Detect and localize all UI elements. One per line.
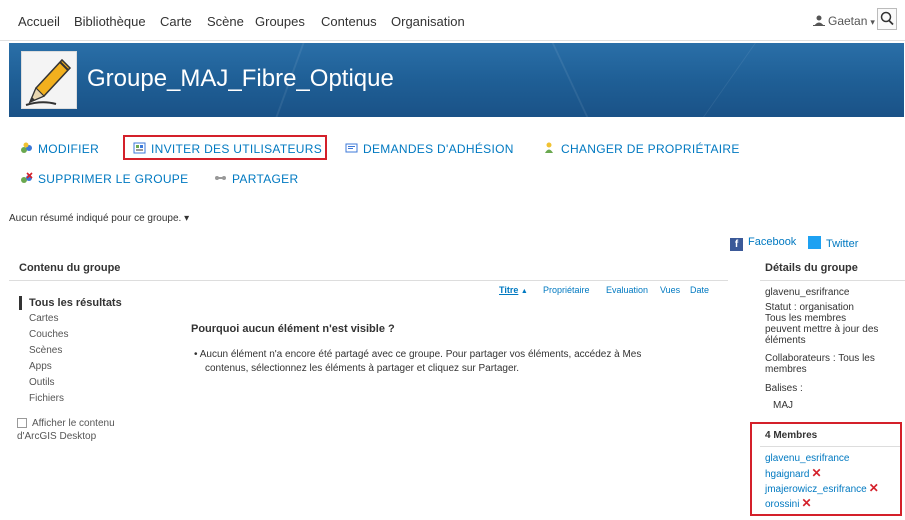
empty-state-line1: • Aucun élément n'a encore été partagé a…	[194, 349, 642, 360]
group-banner: Groupe_MAJ_Fibre_Optique	[9, 43, 904, 117]
modify-group-button[interactable]: MODIFIER	[20, 142, 99, 156]
sort-by-views[interactable]: Vues	[660, 285, 680, 295]
member-link[interactable]: hgaignard	[765, 469, 809, 480]
member-item: hgaignard ✕	[765, 466, 822, 480]
twitter-icon	[808, 236, 821, 249]
collab-line1: Collaborateurs : Tous les	[765, 353, 875, 364]
user-name: Gaetan	[828, 14, 868, 28]
desktop-checkbox-label-line1: Afficher le contenu	[32, 418, 115, 429]
sort-by-owner[interactable]: Propriétaire	[543, 285, 590, 295]
sort-asc-icon: ▲	[520, 288, 528, 295]
empty-state-line2: contenus, sélectionnez les éléments à pa…	[205, 363, 520, 374]
status-line2: Tous les membres	[765, 313, 847, 324]
nav-map[interactable]: Carte	[160, 14, 192, 29]
tag-link[interactable]: MAJ	[773, 400, 793, 411]
filter-tools[interactable]: Outils	[29, 377, 55, 388]
membership-requests-button[interactable]: DEMANDES D'ADHÉSION	[345, 142, 514, 156]
nav-content[interactable]: Contenus	[321, 14, 377, 29]
sort-by-title[interactable]: Titre ▲	[499, 285, 528, 295]
requests-icon	[345, 143, 358, 153]
group-title: Groupe_MAJ_Fibre_Optique	[87, 65, 394, 92]
nav-home[interactable]: Accueil	[18, 14, 60, 29]
top-navigation: Accueil Bibliothèque Carte Scène Groupes…	[0, 0, 905, 41]
content-divider	[9, 280, 728, 281]
member-item: orossini ✕	[765, 496, 812, 510]
facebook-link[interactable]: f Facebook	[730, 236, 796, 251]
change-owner-icon	[545, 142, 553, 153]
tags-label: Balises :	[765, 383, 803, 394]
search-icon	[880, 11, 894, 26]
invite-highlight-box	[123, 135, 327, 160]
status-line3: peuvent mettre à jour des	[765, 324, 879, 335]
filter-scenes[interactable]: Scènes	[29, 345, 62, 356]
members-title: 4 Membres	[765, 430, 818, 441]
member-item: glavenu_esrifrance	[765, 453, 850, 464]
user-icon	[813, 15, 825, 26]
delete-group-icon	[21, 172, 33, 183]
remove-member-icon[interactable]: ✕	[811, 466, 821, 480]
status-line1: Statut : organisation	[765, 302, 854, 313]
nav-scene[interactable]: Scène	[207, 14, 244, 29]
sort-by-rating[interactable]: Evaluation	[606, 285, 648, 295]
member-link[interactable]: jmajerowicz_esrifrance	[765, 484, 867, 495]
change-owner-button[interactable]: CHANGER DE PROPRIÉTAIRE	[543, 142, 740, 156]
filter-all-results[interactable]: Tous les résultats	[29, 297, 122, 309]
sort-by-date[interactable]: Date	[690, 285, 709, 295]
group-details-title: Détails du groupe	[765, 262, 858, 274]
collab-line2: membres	[765, 364, 807, 375]
filter-layers[interactable]: Couches	[29, 329, 68, 340]
group-content-title: Contenu du groupe	[19, 262, 121, 274]
nav-library[interactable]: Bibliothèque	[74, 14, 146, 29]
show-desktop-content-checkbox[interactable]	[17, 418, 27, 428]
share-button[interactable]: PARTAGER	[214, 172, 298, 186]
nav-organization[interactable]: Organisation	[391, 14, 465, 29]
nav-groups[interactable]: Groupes	[255, 14, 305, 29]
share-icon	[215, 176, 226, 180]
group-thumbnail	[21, 51, 77, 109]
status-line4: éléments	[765, 335, 806, 346]
filter-maps[interactable]: Cartes	[29, 313, 58, 324]
empty-state-title: Pourquoi aucun élément n'est visible ?	[191, 323, 395, 335]
delete-group-button[interactable]: SUPPRIMER LE GROUPE	[20, 172, 188, 186]
details-divider	[760, 280, 905, 281]
members-divider	[760, 446, 900, 447]
user-menu[interactable]: Gaetan ▾	[813, 14, 875, 28]
filter-apps[interactable]: Apps	[29, 361, 52, 372]
desktop-checkbox-label-line2: d'ArcGIS Desktop	[17, 431, 97, 442]
remove-member-icon[interactable]: ✕	[869, 481, 879, 495]
member-link[interactable]: glavenu_esrifrance	[765, 453, 850, 464]
chevron-down-icon: ▾	[870, 17, 875, 27]
facebook-icon: f	[730, 238, 743, 251]
pencil-icon	[25, 58, 72, 106]
filter-files[interactable]: Fichiers	[29, 393, 64, 404]
remove-member-icon[interactable]: ✕	[801, 496, 811, 510]
twitter-link[interactable]: Twitter	[808, 236, 858, 250]
member-link[interactable]: orossini	[765, 499, 799, 510]
empty-state-text: • Aucun élément n'a encore été partagé a…	[194, 348, 704, 376]
member-item: jmajerowicz_esrifrance ✕	[765, 481, 879, 495]
group-summary: Aucun résumé indiqué pour ce groupe. ▾	[9, 213, 190, 224]
edit-icon	[21, 142, 32, 153]
active-filter-marker	[19, 296, 22, 310]
group-owner-link[interactable]: glavenu_esrifrance	[765, 287, 850, 298]
search-button[interactable]	[877, 8, 897, 30]
